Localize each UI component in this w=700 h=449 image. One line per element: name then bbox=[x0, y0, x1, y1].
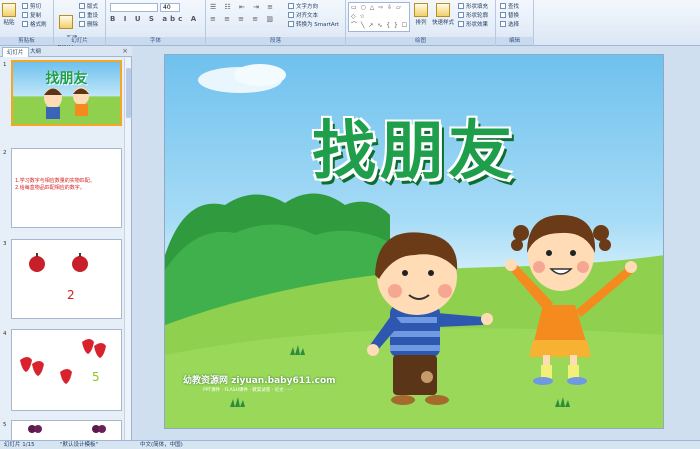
align-buttons[interactable]: ≡ ≡ ≡ ≡ ▥ bbox=[210, 15, 276, 23]
thumbnail-list[interactable]: 1 找朋友 2 1.学习数字与相应数量的实物匹配。 2.给每盒物品匹配相应的数字… bbox=[0, 58, 132, 440]
pane-tabs: 幻灯片 大纲 × bbox=[0, 46, 132, 57]
slide-canvas: 找朋友 幼教资源网 ziyuan.baby611.com PPT课件 · FLA… bbox=[133, 46, 700, 440]
strawberries-illustration bbox=[20, 339, 106, 384]
thumb-number: 5 bbox=[3, 422, 7, 428]
slide-counter: 幻灯片 1/15 bbox=[4, 442, 35, 448]
paragraph-group: ☰ ☷ ⇤ ⇥ ≡ ≡ ≡ ≡ ≡ ▥ 文字方向 对齐文本 转换为 SmartA… bbox=[206, 0, 346, 46]
text-direction-button[interactable]: 文字方向 bbox=[288, 2, 318, 10]
copy-icon bbox=[22, 12, 28, 18]
scissors-icon bbox=[22, 3, 28, 9]
text-direction-icon bbox=[288, 3, 294, 9]
thumb-digit: 2 bbox=[67, 288, 75, 302]
grapes-illustration bbox=[28, 425, 106, 433]
select-icon bbox=[500, 21, 506, 27]
find-button[interactable]: 查找 bbox=[500, 2, 519, 10]
font-name-box[interactable] bbox=[110, 3, 158, 12]
scrollbar-thumb[interactable] bbox=[126, 68, 131, 118]
reset-icon bbox=[79, 12, 85, 18]
shape-outline-button[interactable]: 形状轮廓 bbox=[458, 11, 488, 19]
slides-group-label: 幻灯片 bbox=[54, 37, 105, 45]
clipboard-group: 粘贴 剪切 复制 格式刷 剪贴板 bbox=[0, 0, 54, 46]
quick-styles-icon bbox=[436, 3, 450, 17]
search-icon bbox=[500, 3, 506, 9]
drawing-group: ▭ ○ △ ⇨ ⇩ ▱ ◇ ☆ ⌒ ╲ ↗ ∿ { } ☐ 排列 快速样式 形状… bbox=[346, 0, 496, 46]
delete-slide-button[interactable]: 删除 bbox=[79, 20, 98, 28]
editing-group: 查找 替换 选择 编辑 bbox=[496, 0, 534, 46]
font-group: 40 B I U S abc A 字体 bbox=[106, 0, 206, 46]
tab-outline[interactable]: 大纲 bbox=[26, 47, 45, 57]
effects-icon bbox=[458, 21, 464, 27]
thumb-number: 4 bbox=[3, 331, 7, 337]
reset-button[interactable]: 重设 bbox=[79, 11, 98, 19]
shape-fill-button[interactable]: 形状填充 bbox=[458, 2, 488, 10]
replace-button[interactable]: 替换 bbox=[500, 11, 519, 19]
align-text-button[interactable]: 对齐文本 bbox=[288, 11, 318, 19]
replace-icon bbox=[500, 12, 506, 18]
font-group-label: 字体 bbox=[106, 37, 205, 45]
align-text-icon bbox=[288, 12, 294, 18]
pane-scrollbar[interactable] bbox=[124, 58, 131, 440]
thumb-digit: 5 bbox=[92, 370, 100, 384]
thumb-text-line-2: 2.给每盒物品匹配相应的数字。 bbox=[15, 185, 85, 191]
drawing-group-label: 绘图 bbox=[346, 37, 495, 45]
tab-slides[interactable]: 幻灯片 bbox=[2, 47, 29, 57]
paste-button[interactable]: 粘贴 bbox=[2, 3, 16, 26]
arrange-button[interactable]: 排列 bbox=[414, 3, 428, 26]
ribbon: 粘贴 剪切 复制 格式刷 剪贴板 新建 幻灯片 版式 重设 删除 幻灯片 40 … bbox=[0, 0, 700, 48]
slides-group: 新建 幻灯片 版式 重设 删除 幻灯片 bbox=[54, 0, 106, 48]
watermark-subtext: PPT课件 · FLASH课件 · 教案试卷 · 论文 · ··· bbox=[203, 388, 293, 393]
language-indicator: 中文(简体，中国) bbox=[140, 442, 183, 448]
shapes-gallery[interactable]: ▭ ○ △ ⇨ ⇩ ▱ ◇ ☆ ⌒ ╲ ↗ ∿ { } ☐ bbox=[348, 2, 410, 32]
slide-1[interactable]: 找朋友 幼教资源网 ziyuan.baby611.com PPT课件 · FLA… bbox=[164, 54, 664, 429]
editing-group-label: 编辑 bbox=[496, 37, 533, 45]
smartart-icon bbox=[288, 21, 294, 27]
slide-thumb-2[interactable]: 1.学习数字与相应数量的实物匹配。 2.给每盒物品匹配相应的数字。 bbox=[11, 148, 122, 228]
paste-icon bbox=[2, 3, 16, 17]
thumb-number: 2 bbox=[3, 150, 7, 156]
slide-thumb-4[interactable]: 5 bbox=[11, 329, 122, 411]
delete-icon bbox=[79, 21, 85, 27]
theme-name: "默认设计模板" bbox=[60, 442, 99, 448]
status-bar: 幻灯片 1/15 "默认设计模板" 中文(简体，中国) bbox=[0, 440, 700, 449]
select-button[interactable]: 选择 bbox=[500, 20, 519, 28]
font-size-box[interactable]: 40 bbox=[160, 3, 180, 12]
paragraph-group-label: 段落 bbox=[206, 37, 345, 45]
thumb-text-line-1: 1.学习数字与相应数量的实物匹配。 bbox=[15, 178, 95, 184]
outline-icon bbox=[458, 12, 464, 18]
format-painter-button[interactable]: 格式刷 bbox=[22, 20, 47, 28]
apples-illustration bbox=[29, 253, 88, 272]
arrange-icon bbox=[414, 3, 428, 17]
close-icon[interactable]: × bbox=[122, 47, 128, 55]
quick-styles-button[interactable]: 快速样式 bbox=[432, 3, 454, 26]
layout-button[interactable]: 版式 bbox=[79, 2, 98, 10]
slide-thumb-3[interactable]: 2 bbox=[11, 239, 122, 319]
smartart-button[interactable]: 转换为 SmartArt bbox=[288, 20, 339, 28]
copy-button[interactable]: 复制 bbox=[22, 11, 41, 19]
slide-thumb-1[interactable]: 找朋友 bbox=[11, 60, 122, 126]
new-slide-icon bbox=[59, 15, 73, 29]
slide-thumb-5[interactable] bbox=[11, 420, 122, 440]
shape-effects-button[interactable]: 形状效果 bbox=[458, 20, 488, 28]
font-style-buttons[interactable]: B I U S abc A bbox=[110, 15, 199, 23]
list-buttons[interactable]: ☰ ☷ ⇤ ⇥ ≡ bbox=[210, 3, 276, 11]
layout-icon bbox=[79, 3, 85, 9]
cut-button[interactable]: 剪切 bbox=[22, 2, 41, 10]
watermark-text: 幼教资源网 ziyuan.baby611.com bbox=[183, 376, 336, 386]
slide-title: 找朋友 bbox=[312, 115, 516, 189]
thumb-kids-illustration bbox=[44, 87, 89, 119]
fill-icon bbox=[458, 3, 464, 9]
thumb-number: 1 bbox=[3, 62, 7, 68]
clipboard-group-label: 剪贴板 bbox=[0, 37, 53, 45]
slides-pane: 幻灯片 大纲 × 1 找朋友 2 1.学习数字与相应数量的实物匹配。 2.给每盒… bbox=[0, 46, 132, 440]
brush-icon bbox=[22, 21, 28, 27]
thumb-number: 3 bbox=[3, 241, 7, 247]
